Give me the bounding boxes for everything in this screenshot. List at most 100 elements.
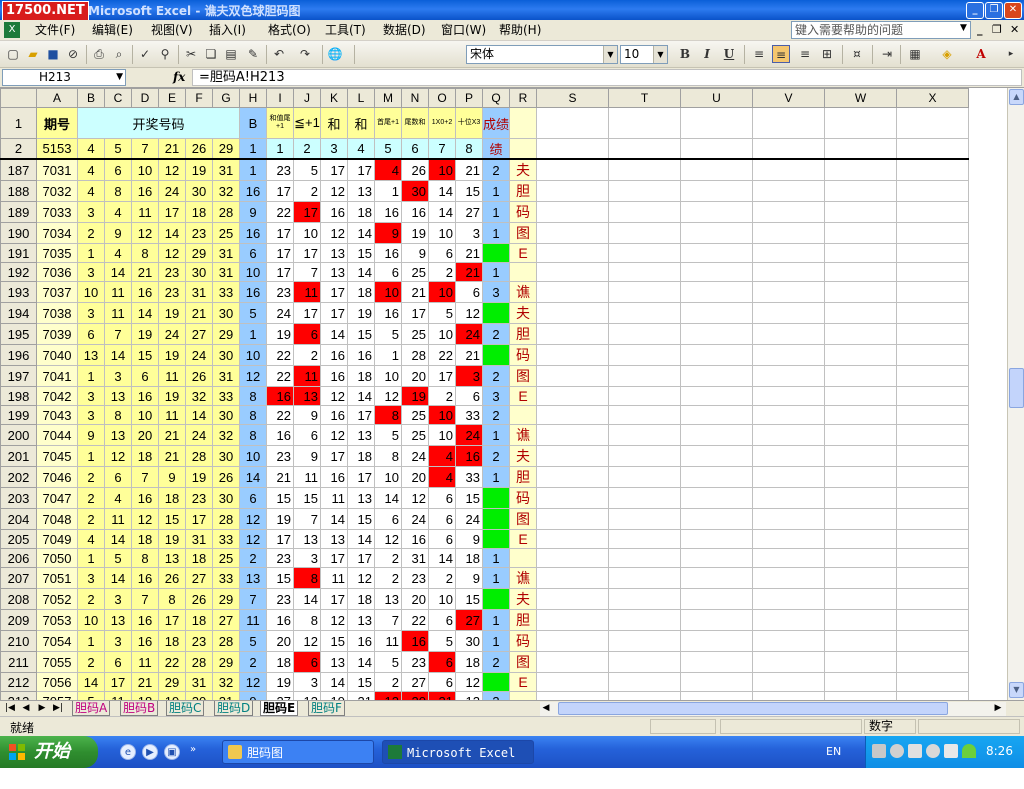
cell[interactable] [824, 302, 898, 324]
cell-issue[interactable]: 7057 [36, 691, 78, 700]
cell-score[interactable]: 3 [481, 386, 511, 406]
cell[interactable] [752, 672, 826, 692]
cell[interactable] [896, 386, 970, 406]
cell-score[interactable]: 1 [481, 262, 511, 282]
cell-score[interactable]: 1 [481, 548, 511, 568]
cell-value[interactable]: 26 [401, 158, 429, 181]
cell[interactable] [824, 386, 898, 406]
cell-value[interactable]: 12 [455, 691, 483, 700]
name-box[interactable]: H213 ▼ [2, 69, 126, 86]
cell-value[interactable]: 7 [293, 262, 321, 282]
menu-format[interactable]: 格式(O) [268, 22, 311, 39]
cell[interactable] [824, 672, 898, 692]
row-header[interactable]: 191 [0, 243, 37, 263]
cell-value[interactable]: 12 [455, 302, 483, 324]
cell-value[interactable]: 14 [347, 262, 375, 282]
column-header-j[interactable]: J [293, 88, 321, 108]
cell-draw-number[interactable]: 31 [185, 672, 213, 692]
row-header[interactable]: 213 [0, 691, 37, 700]
cell-draw-number[interactable]: 28 [212, 201, 240, 223]
cell[interactable] [680, 672, 754, 692]
cell-draw-number[interactable]: 6 [77, 323, 105, 345]
cell[interactable] [680, 243, 754, 263]
cell-draw-number[interactable]: 13 [104, 386, 132, 406]
cell-draw-number[interactable]: 23 [185, 487, 213, 509]
cell-draw-number[interactable]: 10 [77, 281, 105, 303]
cell-b[interactable]: 6 [239, 487, 267, 509]
cell[interactable] [680, 651, 754, 673]
cell-value[interactable]: 33 [455, 405, 483, 425]
cell-b[interactable]: 7 [239, 588, 267, 610]
cell[interactable] [896, 445, 970, 467]
cell-value[interactable]: 9 [401, 243, 429, 263]
cell[interactable] [536, 609, 610, 631]
cell-value[interactable]: 27 [455, 201, 483, 223]
cell-score[interactable]: 1 [481, 630, 511, 652]
cell[interactable] [752, 222, 826, 244]
close-button[interactable]: ✕ [1004, 2, 1022, 19]
cell[interactable] [824, 107, 898, 139]
cell-draw-number[interactable]: 2 [77, 508, 105, 530]
cell-value[interactable]: 19 [401, 386, 429, 406]
cell-value[interactable]: 21 [455, 158, 483, 181]
cell[interactable] [824, 281, 898, 303]
cell-issue[interactable]: 7052 [36, 588, 78, 610]
print-preview-icon[interactable]: ⌕ [110, 45, 128, 63]
cell[interactable] [608, 672, 682, 692]
cell[interactable] [536, 487, 610, 509]
cell-value[interactable]: 18 [455, 548, 483, 568]
cell[interactable] [896, 262, 970, 282]
format-painter-icon[interactable]: ✎ [244, 45, 262, 63]
cell-score[interactable] [481, 508, 511, 530]
cell-value[interactable]: 12 [374, 691, 402, 700]
formula-input[interactable]: =胆码A!H213 [192, 69, 1022, 86]
cell-draw-number[interactable]: 10 [131, 158, 159, 181]
cell-value[interactable]: 16 [320, 201, 348, 223]
cell[interactable] [752, 323, 826, 345]
cell[interactable] [680, 424, 754, 446]
cell-value[interactable]: 17 [320, 588, 348, 610]
cell-value[interactable]: 13 [347, 180, 375, 202]
cell-value[interactable]: 17 [347, 548, 375, 568]
cell-value[interactable]: 8 [374, 445, 402, 467]
cell-value[interactable]: 18 [266, 651, 294, 673]
cell-value[interactable]: 20 [401, 691, 429, 700]
header-m[interactable]: 首尾+1 [374, 107, 402, 139]
cell-value[interactable]: 9 [455, 529, 483, 549]
column-header-k[interactable]: K [320, 88, 348, 108]
cell-vertical-title[interactable]: 图 [509, 365, 538, 387]
cell-b[interactable]: 6 [239, 243, 267, 263]
workbook-restore-button[interactable]: ❐ [992, 23, 1002, 36]
cell-value[interactable]: 16 [374, 201, 402, 223]
cell-draw-number[interactable]: 27 [185, 567, 213, 589]
cell-score[interactable]: 3 [481, 281, 511, 303]
cell-draw-number[interactable]: 12 [104, 445, 132, 467]
cell-issue[interactable]: 7056 [36, 672, 78, 692]
column-header-h[interactable]: H [239, 88, 267, 108]
cell[interactable]: 5 [374, 138, 402, 160]
cell[interactable] [536, 691, 610, 700]
cell[interactable] [896, 344, 970, 366]
cell-draw-number[interactable]: 13 [104, 424, 132, 446]
cell-value[interactable]: 20 [401, 588, 429, 610]
cell-value[interactable]: 15 [455, 588, 483, 610]
cell-score[interactable]: 2 [481, 323, 511, 345]
font-size-select[interactable]: 10 ▼ [620, 45, 668, 64]
cell[interactable] [608, 405, 682, 425]
cell-score[interactable]: 1 [481, 222, 511, 244]
cell[interactable] [536, 138, 610, 160]
cell[interactable] [752, 180, 826, 202]
row-header[interactable]: 203 [0, 487, 37, 509]
cell[interactable] [608, 445, 682, 467]
cell-draw-number[interactable]: 31 [185, 281, 213, 303]
cell-draw-number[interactable]: 16 [131, 281, 159, 303]
cell-draw-number[interactable]: 13 [77, 344, 105, 366]
cell-draw-number[interactable]: 23 [185, 222, 213, 244]
cell-vertical-title[interactable]: 谯 [509, 424, 538, 446]
cell-score[interactable] [481, 487, 511, 509]
cell[interactable] [824, 365, 898, 387]
cell[interactable] [536, 424, 610, 446]
cell[interactable] [536, 201, 610, 223]
column-header-c[interactable]: C [104, 88, 132, 108]
header-score[interactable]: 成绩 [481, 107, 511, 139]
